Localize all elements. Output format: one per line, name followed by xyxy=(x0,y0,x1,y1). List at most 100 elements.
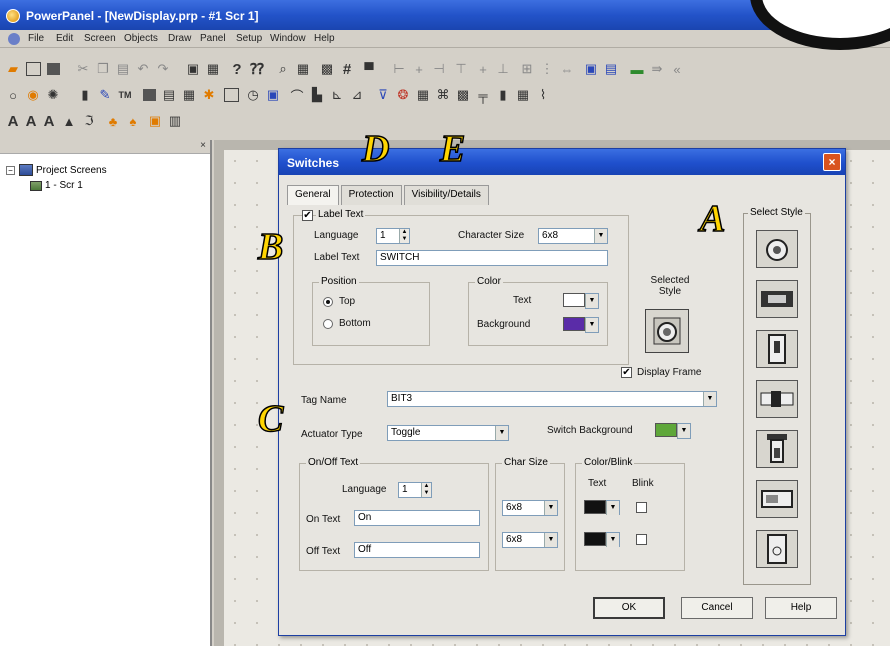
dialog-close-icon[interactable]: × xyxy=(823,153,841,171)
script-icon[interactable]: ℑ xyxy=(80,112,98,130)
recipe-icon[interactable]: ⊽ xyxy=(374,86,392,104)
clock-icon[interactable]: ◷ xyxy=(244,86,262,104)
distribute-v-icon[interactable]: ⋮ xyxy=(538,60,556,78)
preview-icon[interactable]: ▣ xyxy=(184,60,202,78)
style-option-slide[interactable] xyxy=(756,380,798,418)
chevron-down-icon[interactable]: ▼ xyxy=(544,533,557,547)
tab-protection[interactable]: Protection xyxy=(340,185,402,205)
box-icon[interactable] xyxy=(222,86,240,104)
document-icon[interactable] xyxy=(8,33,20,45)
pulse-icon[interactable]: ⌇ xyxy=(534,86,552,104)
more-icon[interactable]: ⇛ xyxy=(648,60,666,78)
tree-item-project-screens[interactable]: − Project Screens xyxy=(6,164,107,176)
chevron-down-icon[interactable]: ▼ xyxy=(495,426,508,440)
position-bottom-radio[interactable] xyxy=(323,319,333,329)
node-icon[interactable]: ▦ xyxy=(414,86,432,104)
data-icon[interactable]: ▮ xyxy=(494,86,512,104)
align-middle-icon[interactable]: + xyxy=(474,60,492,78)
message-icon[interactable]: ╤ xyxy=(474,86,492,104)
character-size-select[interactable]: 6x8 ▼ xyxy=(538,228,608,244)
on-blink-checkbox[interactable] xyxy=(636,502,647,513)
monitor-icon[interactable]: ▣ xyxy=(264,86,282,104)
text-a2-icon[interactable]: A xyxy=(22,112,40,130)
align-center-icon[interactable]: + xyxy=(410,60,428,78)
off-blink-checkbox[interactable] xyxy=(636,534,647,545)
snap-icon[interactable]: ▀ xyxy=(360,60,378,78)
pen-edit-icon[interactable]: ⌘ xyxy=(434,86,452,104)
off-char-size-select[interactable]: 6x8 ▼ xyxy=(502,532,558,548)
shapes-icon[interactable]: ♠ xyxy=(124,112,142,130)
tag-name-select[interactable]: BIT3 ▼ xyxy=(387,391,717,407)
position-top-radio[interactable] xyxy=(323,297,333,307)
alarm-icon[interactable]: ⊿ xyxy=(348,86,366,104)
text-a-icon[interactable]: A xyxy=(4,112,22,130)
triangle-icon[interactable]: ▲ xyxy=(60,112,78,130)
tag-icon[interactable]: ▬ xyxy=(628,60,646,78)
redo-icon[interactable]: ↷ xyxy=(154,60,172,78)
distribute-h-icon[interactable]: ⊞ xyxy=(518,60,536,78)
label-text-input[interactable]: SWITCH xyxy=(376,250,608,266)
screen-icon[interactable] xyxy=(140,86,158,104)
layer-icon[interactable]: ▤ xyxy=(602,60,620,78)
menu-help[interactable]: Help xyxy=(314,33,335,44)
list-icon[interactable]: ▤ xyxy=(160,86,178,104)
table-icon[interactable]: ▦ xyxy=(180,86,198,104)
off-text-input[interactable]: Off xyxy=(354,542,480,558)
layout-icon[interactable]: ▥ xyxy=(166,112,184,130)
actuator-type-select[interactable]: Toggle ▼ xyxy=(387,425,509,441)
circle-icon[interactable]: ○ xyxy=(4,86,22,104)
help-button[interactable]: Help xyxy=(765,597,837,619)
style-option-rocker[interactable] xyxy=(756,480,798,518)
tm-icon[interactable]: TM xyxy=(116,86,134,104)
paste-icon[interactable]: ▤ xyxy=(114,60,132,78)
print-icon[interactable]: ▦ xyxy=(204,60,222,78)
off-text-color-swatch[interactable] xyxy=(584,532,606,546)
chevron-down-icon[interactable]: ▼ xyxy=(594,229,607,243)
gauge-icon[interactable]: ⊾ xyxy=(328,86,346,104)
keypad-icon[interactable]: ▩ xyxy=(454,86,472,104)
lamp-icon[interactable]: ✱ xyxy=(200,86,218,104)
display-frame-checkbox[interactable]: ✔ xyxy=(621,367,632,378)
language-spinner[interactable]: 1 ▲ ▼ xyxy=(376,228,410,244)
style-option-plunger[interactable] xyxy=(756,430,798,468)
switch-background-dropdown[interactable]: ▼ xyxy=(677,423,691,439)
help-icon[interactable]: ? xyxy=(228,60,246,78)
color-icon[interactable]: ▣ xyxy=(582,60,600,78)
align-bottom-icon[interactable]: ⊥ xyxy=(494,60,512,78)
text-color-swatch[interactable] xyxy=(563,293,585,307)
pen-icon[interactable]: ✎ xyxy=(96,86,114,104)
undo-icon[interactable]: ↶ xyxy=(134,60,152,78)
ok-button[interactable]: OK xyxy=(593,597,665,619)
background-color-swatch[interactable] xyxy=(563,317,585,331)
trend-icon[interactable]: ⌒ xyxy=(288,86,306,104)
sequence-icon[interactable]: ❂ xyxy=(394,86,412,104)
background-color-dropdown[interactable]: ▼ xyxy=(585,317,599,333)
save-icon[interactable] xyxy=(44,60,62,78)
align-left-icon[interactable]: ⊢ xyxy=(390,60,408,78)
context-help-icon[interactable]: ⁇ xyxy=(248,60,266,78)
spin-arrows-icon[interactable]: ▲ ▼ xyxy=(421,483,431,497)
menu-window[interactable]: Window xyxy=(270,33,306,44)
align-top-icon[interactable]: ⊤ xyxy=(452,60,470,78)
meter-icon[interactable]: ▮ xyxy=(76,86,94,104)
open-icon[interactable]: ▰ xyxy=(4,60,22,78)
cut-icon[interactable]: ✂ xyxy=(74,60,92,78)
size-icon[interactable]: ⇔ xyxy=(558,60,576,78)
user-icon[interactable]: ♣ xyxy=(104,112,122,130)
scroll-icon[interactable]: « xyxy=(668,60,686,78)
onoff-language-spinner[interactable]: 1 ▲ ▼ xyxy=(398,482,432,498)
align-grid-icon[interactable]: ▩ xyxy=(318,60,336,78)
label-text-checkbox[interactable]: ✔ xyxy=(302,210,313,221)
image-icon[interactable]: ▣ xyxy=(146,112,164,130)
menu-screen[interactable]: Screen xyxy=(84,33,116,44)
cancel-button[interactable]: Cancel xyxy=(681,597,753,619)
tab-visibility-details[interactable]: Visibility/Details xyxy=(403,185,489,205)
style-option-flat-panel[interactable] xyxy=(756,280,798,318)
style-option-key[interactable] xyxy=(756,530,798,568)
style-option-rotary[interactable] xyxy=(756,230,798,268)
new-icon[interactable] xyxy=(24,60,42,78)
menu-edit[interactable]: Edit xyxy=(56,33,73,44)
on-text-color-dropdown[interactable]: ▼ xyxy=(606,500,620,515)
text-color-dropdown[interactable]: ▼ xyxy=(585,293,599,309)
filled-circle-icon[interactable]: ◉ xyxy=(24,86,42,104)
